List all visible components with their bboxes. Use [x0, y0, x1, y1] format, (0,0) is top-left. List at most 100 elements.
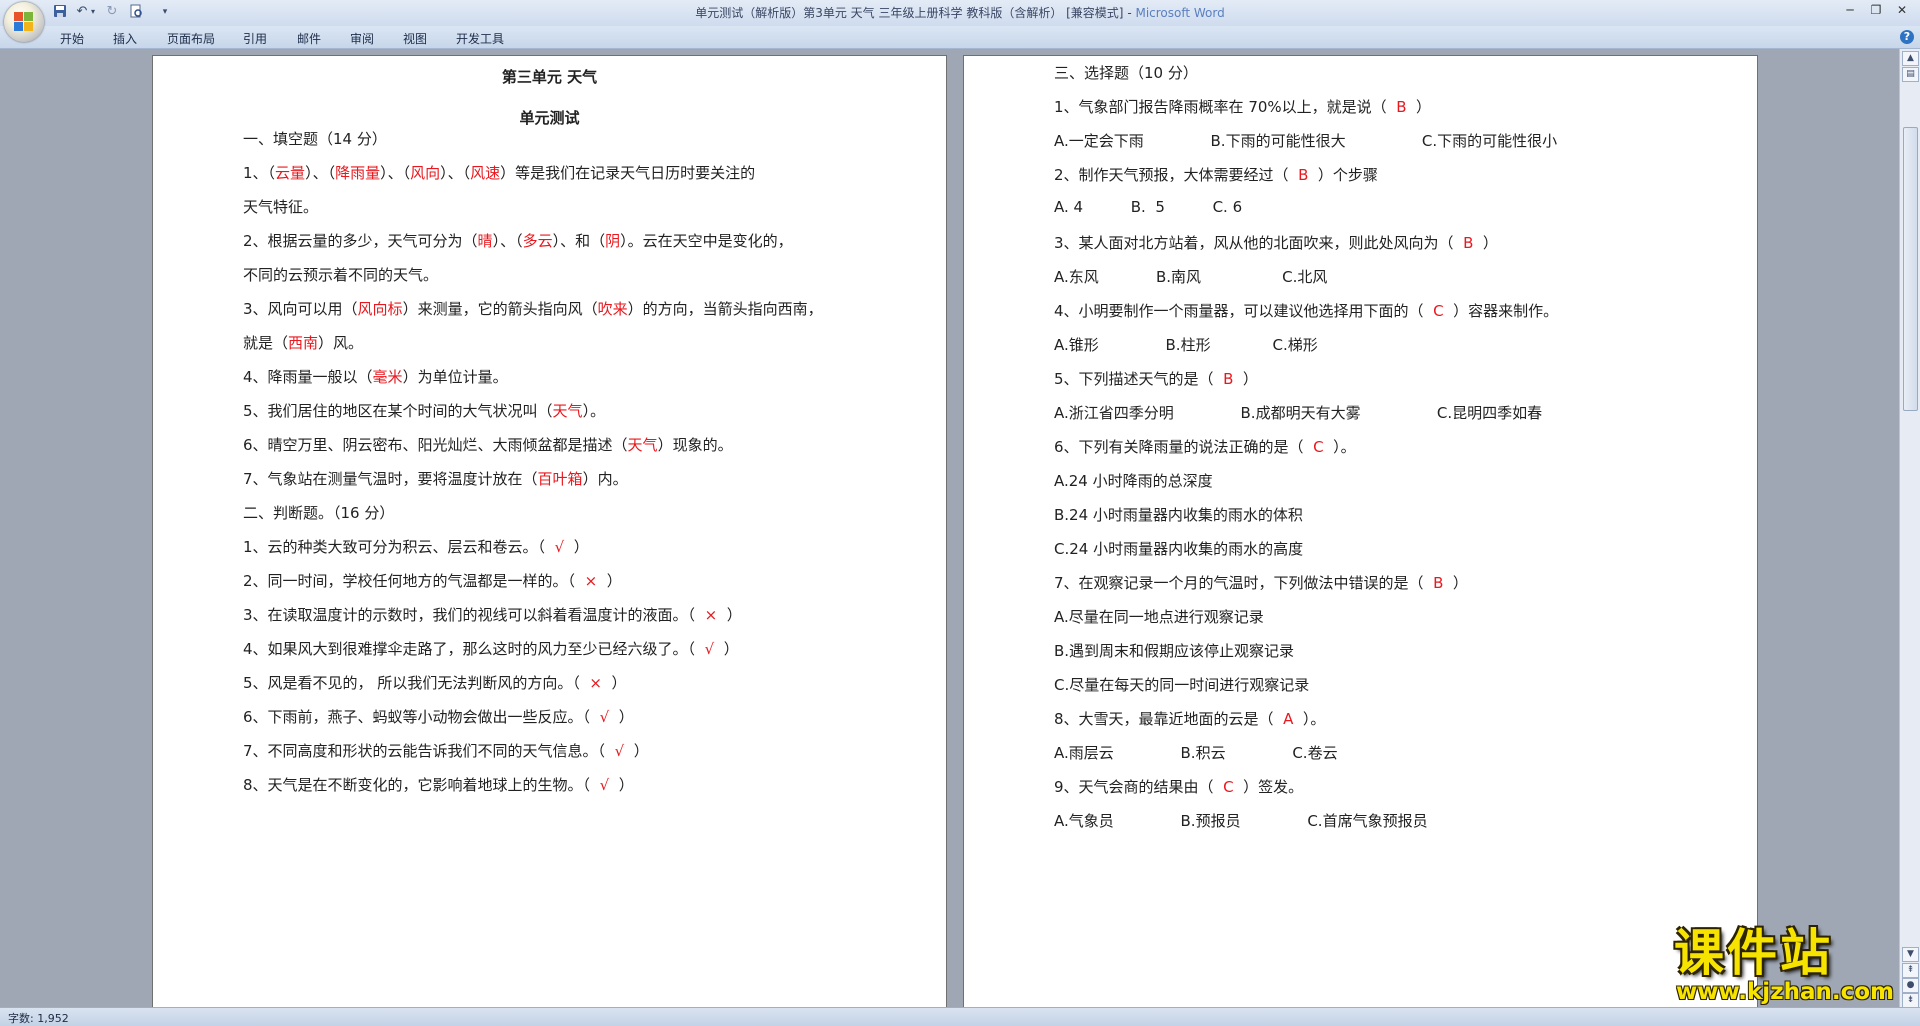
tab-insert[interactable]: 插入: [113, 30, 137, 47]
question-text: ）为单位计量。: [402, 368, 508, 386]
scroll-up-icon[interactable]: ▲: [1902, 51, 1919, 66]
question-text: 6、下雨前，燕子、蚂蚁等小动物会做出一些反应。（: [243, 708, 600, 726]
question-text: 3、风向可以用（: [243, 300, 358, 318]
answer-text: ×: [584, 572, 598, 590]
document-line: C.尽量在每天的同一时间进行观察记录: [1054, 674, 1309, 695]
watermark-title: 课件站: [1674, 924, 1833, 982]
watermark-url: www.kjzhan.com: [1676, 979, 1894, 1005]
question-text: 不同的云预示着不同的天气。: [243, 266, 439, 284]
title-separator: -: [1123, 6, 1136, 20]
tab-page-layout[interactable]: 页面布局: [167, 30, 215, 47]
document-line: 9、天气会商的结果由（ C ）签发。: [1054, 776, 1303, 797]
close-icon[interactable]: ✕: [1892, 2, 1912, 18]
document-line: 一、填空题（14 分）: [243, 128, 387, 149]
question-text: 3、某人面对北方站着，风从他的北面吹来，则此处风向为（: [1054, 234, 1464, 252]
document-line: 5、我们居住的地区在某个时间的大气状况叫（天气）。: [243, 400, 605, 421]
answer-text: √: [704, 640, 715, 658]
scrollbar-thumb[interactable]: [1903, 127, 1918, 411]
question-text: 1、云的种类大致可分为积云、层云和卷云。（: [243, 538, 555, 556]
answer-text: √: [599, 708, 610, 726]
document-line: A.锥形 B.柱形 C.梯形: [1054, 334, 1318, 355]
question-text: ）: [1443, 574, 1468, 592]
document-line: 8、天气是在不断变化的，它影响着地球上的生物。（ √ ）: [243, 774, 634, 795]
ruler-toggle-icon[interactable]: ▤: [1902, 67, 1919, 82]
vertical-scrollbar[interactable]: ▲ ▤ ▼ ⇞ ● ⇟: [1899, 49, 1920, 1008]
question-text: ）: [564, 538, 589, 556]
question-text: 2、根据云量的多少，天气可分为（: [243, 232, 478, 250]
document-line: 6、晴空万里、阴云密布、阳光灿烂、大雨倾盆都是描述（天气）现象的。: [243, 434, 733, 455]
word-count[interactable]: 字数: 1,952: [8, 1010, 69, 1026]
page-2: 三、选择题（10 分） 1、气象部门报告降雨概率在 70%以上，就是说（ B ） A…: [963, 55, 1758, 1007]
question-text: 一、填空题（14 分）: [243, 130, 387, 148]
question-text: 1、气象部门报告降雨概率在 70%以上，就是说（: [1054, 98, 1397, 116]
question-text: ）、（: [305, 164, 336, 182]
question-text: ）。: [582, 402, 606, 420]
question-text: A.雨层云 B.积云 C.卷云: [1054, 744, 1338, 762]
document-line: 4、如果风大到很难撑伞走路了，那么这时的风力至少已经六级了。（ √ ）: [243, 638, 739, 659]
question-text: 6、下列有关降雨量的说法正确的是（: [1054, 438, 1314, 456]
document-line: 二、判断题。（16 分）: [243, 502, 394, 523]
question-text: A. 4 B. 5 C. 6: [1054, 198, 1243, 216]
answer-text: B: [1463, 234, 1474, 252]
document-line: 1、云的种类大致可分为积云、层云和卷云。（ √ ）: [243, 536, 589, 557]
question-text: 7、在观察记录一个月的气温时，下列做法中错误的是（: [1054, 574, 1434, 592]
question-text: ）: [1473, 234, 1498, 252]
tab-view[interactable]: 视图: [403, 30, 427, 47]
question-text: ）: [1406, 98, 1432, 116]
answer-text: 晴: [477, 232, 493, 250]
answer-text: ×: [704, 606, 718, 624]
document-line: 5、下列描述天气的是（ B ）: [1054, 368, 1258, 389]
question-text: ）。: [1293, 710, 1326, 728]
question-text: 就是（: [243, 334, 289, 352]
question-text: A.东风 B.南风 C.北风: [1054, 268, 1328, 286]
document-line: B.24 小时雨量器内收集的雨水的体积: [1054, 504, 1303, 525]
question-text: 1、（: [243, 164, 276, 182]
office-button[interactable]: [4, 2, 44, 42]
question-text: A.一定会下雨 B.下雨的可能性很大 C.下雨的可能性很小: [1054, 132, 1558, 150]
question-text: 6、晴空万里、阴云密布、阳光灿烂、大雨倾盆都是描述（: [243, 436, 628, 454]
question-text: 7、不同高度和形状的云能告诉我们不同的天气信息。（: [243, 742, 615, 760]
answer-text: 百叶箱: [537, 470, 583, 488]
question-text: ）: [1233, 370, 1258, 388]
question-text: 8、大雪天，最靠近地面的云是（: [1054, 710, 1284, 728]
office-logo-icon: [14, 12, 34, 32]
tab-review[interactable]: 审阅: [350, 30, 374, 47]
document-line: B.遇到周末和假期应该停止观察记录: [1054, 640, 1294, 661]
document-area: 第三单元 天气 单元测试 一、填空题（14 分） 1、（云量）、（降雨量）、（风向…: [0, 49, 1900, 1007]
minimize-icon[interactable]: ─: [1840, 2, 1860, 18]
question-text: 天气特征。: [243, 198, 319, 216]
document-line: 8、大雪天，最靠近地面的云是（ A ）。: [1054, 708, 1325, 729]
question-text: ）内。: [582, 470, 628, 488]
question-text: 3、在读取温度计的示数时，我们的视线可以斜着看温度计的液面。（: [243, 606, 705, 624]
document-line: 4、小明要制作一个雨量器，可以建议他选择用下面的（ C ）容器来制作。: [1054, 300, 1558, 321]
answer-text: B: [1396, 98, 1407, 116]
question-text: ）: [609, 708, 634, 726]
question-text: A.尽量在同一地点进行观察记录: [1054, 608, 1264, 626]
question-text: ）、和（: [552, 232, 606, 250]
document-line: 天气特征。: [243, 196, 318, 217]
document-line: 2、根据云量的多少，天气可分为（晴）、（多云）、和（阴）。云在天空中是变化的，: [243, 230, 793, 251]
restore-icon[interactable]: ❐: [1866, 2, 1886, 18]
question-text: ）等是我们在记录天气日历时要关注的: [500, 164, 756, 182]
document-line: 就是（西南）风。: [243, 332, 363, 353]
question-text: 5、我们居住的地区在某个时间的大气状况叫（: [243, 402, 553, 420]
test-title: 单元测试: [519, 109, 580, 127]
tab-developer[interactable]: 开发工具: [456, 30, 504, 47]
document-line: 3、某人面对北方站着，风从他的北面吹来，则此处风向为（ B ）: [1054, 232, 1498, 253]
question-text: ）: [597, 572, 622, 590]
document-line: 1、（云量）、（降雨量）、（风向）、（风速）等是我们在记录天气日历时要关注的: [243, 162, 755, 183]
question-text: A.浙江省四季分明 B.成都明天有大雾 C.昆明四季如春: [1054, 404, 1543, 422]
tab-home[interactable]: 开始: [60, 30, 84, 47]
question-text: 4、小明要制作一个雨量器，可以建议他选择用下面的（: [1054, 302, 1434, 320]
tab-mailings[interactable]: 邮件: [297, 30, 321, 47]
question-text: A.24 小时降雨的总深度: [1054, 472, 1213, 490]
document-line: A.东风 B.南风 C.北风: [1054, 266, 1327, 287]
question-text: ）: [601, 674, 627, 692]
tab-references[interactable]: 引用: [243, 30, 267, 47]
question-text: B.遇到周末和假期应该停止观察记录: [1054, 642, 1295, 660]
answer-text: C: [1223, 778, 1234, 796]
help-icon[interactable]: ?: [1900, 30, 1914, 44]
document-line: 2、同一时间，学校任何地方的气温都是一样的。（ × ）: [243, 570, 622, 591]
document-line: 7、在观察记录一个月的气温时，下列做法中错误的是（ B ）: [1054, 572, 1468, 593]
question-text: 三、选择题（10 分）: [1054, 64, 1198, 82]
